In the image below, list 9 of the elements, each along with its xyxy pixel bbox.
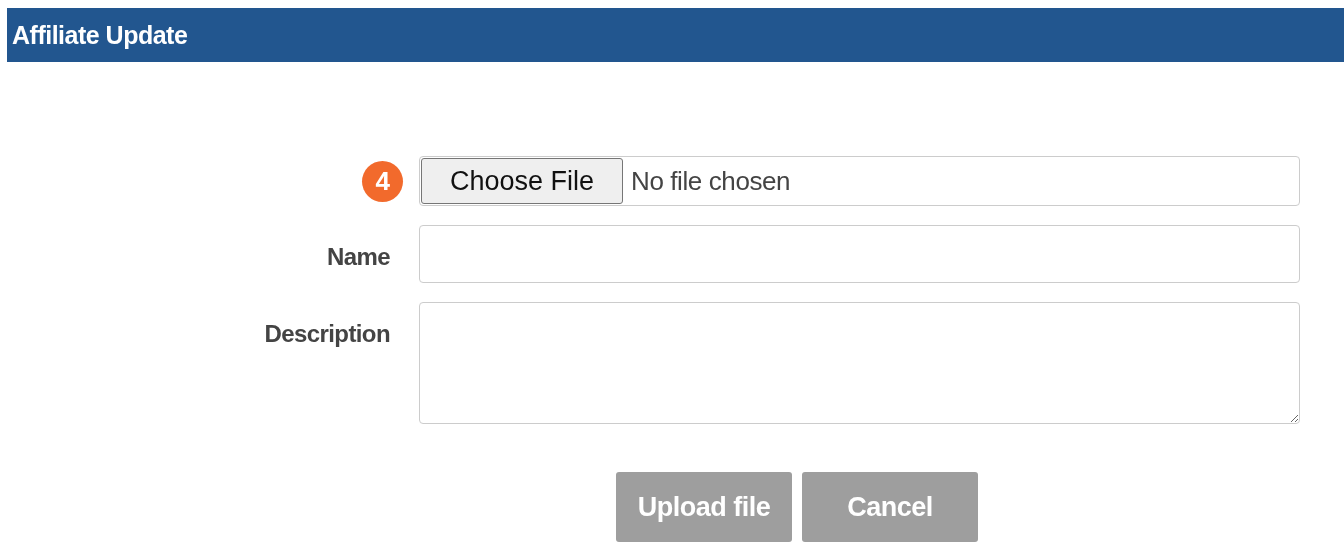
step-badge: 4 <box>362 160 403 202</box>
field-label: Name <box>327 243 390 271</box>
file-field[interactable]: Choose File No file chosen <box>419 156 1300 206</box>
file-status-text: No file chosen <box>631 165 791 197</box>
page-title: Affiliate Update <box>12 20 188 50</box>
name-field[interactable] <box>419 225 1300 283</box>
choose-file-button[interactable]: Choose File <box>421 158 623 204</box>
description-field[interactable] <box>419 302 1300 424</box>
field-label: Description <box>264 320 390 348</box>
